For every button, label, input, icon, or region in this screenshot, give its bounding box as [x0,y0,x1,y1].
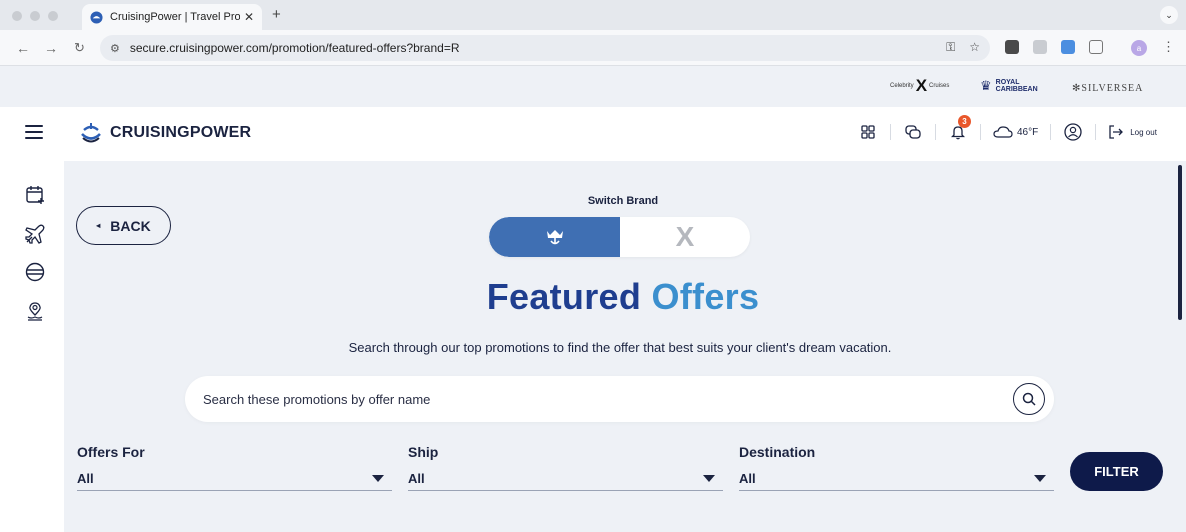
cruisingpower-logo[interactable]: CRUISINGPOWER [80,121,251,145]
destination-label: Destination [739,444,816,460]
celebrity-x-mark: X [915,76,928,95]
back-button[interactable]: ◂ BACK [76,206,171,245]
celebrity-logo-suffix: Cruises [929,83,950,89]
extension-icon[interactable] [1005,40,1019,54]
destination-value: All [739,470,756,486]
camera-extension-icon[interactable] [1033,40,1047,54]
chat-icon[interactable] [903,122,923,142]
password-key-icon[interactable]: ⚿ [946,40,955,55]
reload-icon[interactable]: ↻ [74,40,85,56]
celebrity-cruises-logo[interactable]: Celebrity X Cruises [890,76,950,95]
search-icon [1022,392,1036,406]
tab-search-chevron-icon[interactable]: ⌄ [1160,6,1178,24]
browser-tab-bar: CruisingPower | Travel Profes ✕ + ⌄ [0,0,1186,30]
brand-switch-toggle: X [489,217,750,257]
celebrity-x-icon: X [675,221,695,252]
browser-toolbar: ← → ↻ ⚙ secure.cruisingpower.com/promoti… [0,30,1186,66]
window-zoom-dot[interactable] [48,11,58,21]
new-tab-button[interactable]: + [272,6,281,23]
globe-icon[interactable] [24,261,46,283]
crown-anchor-icon [546,230,563,245]
app-header: CRUISINGPOWER 3 46°F Log out [0,107,1186,161]
window-close-dot[interactable] [12,11,22,21]
search-bar [185,376,1054,422]
royal-caribbean-logo[interactable]: ♛ ROYAL CARIBBEAN [980,78,1038,94]
bell-icon[interactable]: 3 [948,115,971,142]
location-pin-icon[interactable] [24,300,46,322]
browser-tab[interactable]: CruisingPower | Travel Profes ✕ [82,4,262,30]
logout-icon [1109,125,1124,139]
title-featured: Featured [486,276,642,317]
profile-avatar[interactable]: a [1131,40,1147,56]
brand-logos-strip: Celebrity X Cruises ♛ ROYAL CARIBBEAN ✻S… [0,67,1186,107]
logo-text: CRUISINGPOWER [110,124,252,141]
crown-anchor-icon: ♛ [980,78,992,93]
window-minimize-dot[interactable] [30,11,40,21]
logout-label: Log out [1130,127,1157,137]
ship-value: All [408,470,425,486]
back-arrow-icon[interactable]: ← [16,40,30,56]
weather-temperature: 46°F [1017,126,1039,138]
calendar-plus-icon[interactable] [24,184,46,206]
dropdown-caret-icon [1034,474,1046,482]
sidepanel-extension-icon[interactable] [1061,40,1075,54]
bookmark-star-icon[interactable]: ☆ [969,40,980,55]
silversea-emblem-icon: ✻ [1072,83,1082,94]
url-text: secure.cruisingpower.com/promotion/featu… [129,41,460,55]
silversea-logo-text: SILVERSEA [1081,83,1144,94]
site-settings-icon[interactable]: ⚙ [110,42,120,55]
weather-widget[interactable]: 46°F [993,126,1038,138]
title-offers: Offers [651,276,760,317]
celebrity-brand-option[interactable]: X [620,217,750,257]
ship-select[interactable]: All [408,466,723,491]
ship-label: Ship [408,444,439,460]
page-subtitle: Search through our top promotions to fin… [348,340,892,355]
left-nav-rail [0,161,64,532]
offers-for-select[interactable]: All [77,466,392,491]
switch-brand-label: Switch Brand [587,195,659,207]
puzzle-extensions-icon[interactable] [1089,40,1103,54]
address-bar[interactable]: ⚙ secure.cruisingpower.com/promotion/fea… [100,35,990,61]
dropdown-caret-icon [703,474,715,482]
grid-icon[interactable] [858,122,878,142]
browser-menu-icon[interactable]: ⋮ [1162,39,1175,55]
cloud-icon [993,126,1013,138]
filter-button[interactable]: FILTER [1070,452,1163,491]
plane-icon[interactable] [24,223,46,245]
tab-close-icon[interactable]: ✕ [244,10,254,24]
notification-badge: 3 [958,115,971,128]
offers-for-label: Offers For [77,444,145,460]
destination-select[interactable]: All [739,466,1054,491]
back-caret-icon: ◂ [96,221,101,230]
offer-search-input[interactable] [203,376,983,422]
silversea-logo[interactable]: ✻SILVERSEA [1072,83,1143,94]
page-title: Featured Offers [400,276,846,318]
royal-logo-line2: CARIBBEAN [995,86,1038,93]
logout-button[interactable]: Log out [1108,125,1157,139]
ship-logo-icon [81,123,101,143]
search-button[interactable] [1013,383,1045,415]
hamburger-menu-icon[interactable] [25,125,43,139]
tab-title: CruisingPower | Travel Profes [110,11,240,23]
offers-for-value: All [77,470,94,486]
back-button-label: BACK [110,217,151,234]
celebrity-logo-text: Celebrity [890,83,914,89]
royal-caribbean-brand-option[interactable] [489,217,620,257]
favicon-icon [90,10,103,24]
royal-logo-line1: ROYAL [995,79,1020,86]
scrollbar[interactable] [1178,165,1182,320]
dropdown-caret-icon [372,474,384,482]
user-icon[interactable] [1063,122,1083,142]
forward-arrow-icon[interactable]: → [44,40,58,56]
